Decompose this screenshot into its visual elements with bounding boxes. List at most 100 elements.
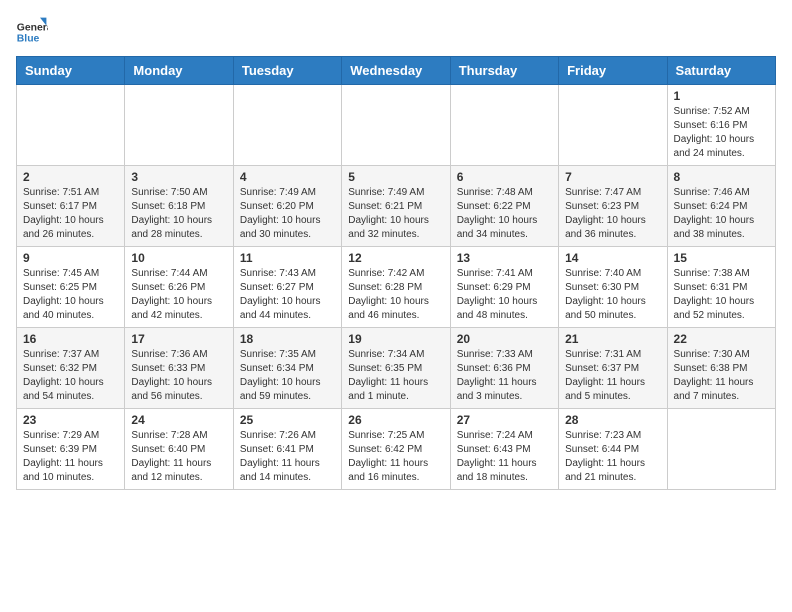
calendar-cell: 5 Sunrise: 7:49 AM Sunset: 6:21 PM Daylig… — [342, 166, 450, 247]
day-number: 1 — [674, 89, 769, 103]
day-number: 2 — [23, 170, 118, 184]
day-number: 15 — [674, 251, 769, 265]
calendar-cell: 16 Sunrise: 7:37 AM Sunset: 6:32 PM Dayli… — [17, 328, 125, 409]
day-number: 9 — [23, 251, 118, 265]
calendar-cell: 23 Sunrise: 7:29 AM Sunset: 6:39 PM Dayli… — [17, 409, 125, 490]
calendar-cell — [17, 85, 125, 166]
day-number: 20 — [457, 332, 552, 346]
day-number: 8 — [674, 170, 769, 184]
calendar-week-4: 23 Sunrise: 7:29 AM Sunset: 6:39 PM Dayli… — [17, 409, 776, 490]
calendar-cell: 26 Sunrise: 7:25 AM Sunset: 6:42 PM Dayli… — [342, 409, 450, 490]
page-header: General Blue — [16, 16, 776, 48]
day-number: 19 — [348, 332, 443, 346]
calendar-cell: 21 Sunrise: 7:31 AM Sunset: 6:37 PM Dayli… — [559, 328, 667, 409]
day-number: 18 — [240, 332, 335, 346]
day-info: Sunrise: 7:40 AM Sunset: 6:30 PM Dayligh… — [565, 267, 660, 323]
calendar-cell: 20 Sunrise: 7:33 AM Sunset: 6:36 PM Dayli… — [450, 328, 558, 409]
calendar-cell — [559, 85, 667, 166]
day-info: Sunrise: 7:49 AM Sunset: 6:20 PM Dayligh… — [240, 186, 335, 242]
logo: General Blue — [16, 16, 48, 48]
day-info: Sunrise: 7:36 AM Sunset: 6:33 PM Dayligh… — [131, 348, 226, 404]
day-number: 23 — [23, 413, 118, 427]
svg-text:General: General — [17, 22, 48, 33]
day-info: Sunrise: 7:29 AM Sunset: 6:39 PM Dayligh… — [23, 429, 118, 485]
calendar-cell: 17 Sunrise: 7:36 AM Sunset: 6:33 PM Dayli… — [125, 328, 233, 409]
calendar-cell: 9 Sunrise: 7:45 AM Sunset: 6:25 PM Daylig… — [17, 247, 125, 328]
day-info: Sunrise: 7:43 AM Sunset: 6:27 PM Dayligh… — [240, 267, 335, 323]
day-number: 21 — [565, 332, 660, 346]
calendar: SundayMondayTuesdayWednesdayThursdayFrid… — [16, 56, 776, 490]
day-header-sunday: Sunday — [17, 57, 125, 85]
day-info: Sunrise: 7:28 AM Sunset: 6:40 PM Dayligh… — [131, 429, 226, 485]
day-number: 11 — [240, 251, 335, 265]
day-info: Sunrise: 7:41 AM Sunset: 6:29 PM Dayligh… — [457, 267, 552, 323]
svg-text:Blue: Blue — [17, 34, 40, 45]
calendar-cell: 15 Sunrise: 7:38 AM Sunset: 6:31 PM Dayli… — [667, 247, 775, 328]
day-info: Sunrise: 7:46 AM Sunset: 6:24 PM Dayligh… — [674, 186, 769, 242]
day-number: 7 — [565, 170, 660, 184]
day-number: 28 — [565, 413, 660, 427]
calendar-cell: 18 Sunrise: 7:35 AM Sunset: 6:34 PM Dayli… — [233, 328, 341, 409]
calendar-cell: 3 Sunrise: 7:50 AM Sunset: 6:18 PM Daylig… — [125, 166, 233, 247]
calendar-cell: 6 Sunrise: 7:48 AM Sunset: 6:22 PM Daylig… — [450, 166, 558, 247]
day-info: Sunrise: 7:45 AM Sunset: 6:25 PM Dayligh… — [23, 267, 118, 323]
day-number: 14 — [565, 251, 660, 265]
day-info: Sunrise: 7:23 AM Sunset: 6:44 PM Dayligh… — [565, 429, 660, 485]
day-info: Sunrise: 7:42 AM Sunset: 6:28 PM Dayligh… — [348, 267, 443, 323]
calendar-cell — [667, 409, 775, 490]
calendar-cell: 11 Sunrise: 7:43 AM Sunset: 6:27 PM Dayli… — [233, 247, 341, 328]
day-info: Sunrise: 7:30 AM Sunset: 6:38 PM Dayligh… — [674, 348, 769, 404]
day-number: 10 — [131, 251, 226, 265]
day-info: Sunrise: 7:24 AM Sunset: 6:43 PM Dayligh… — [457, 429, 552, 485]
calendar-cell: 1Sunrise: 7:52 AM Sunset: 6:16 PM Daylig… — [667, 85, 775, 166]
calendar-cell: 4Sunrise: 7:49 AM Sunset: 6:20 PM Daylig… — [233, 166, 341, 247]
day-header-thursday: Thursday — [450, 57, 558, 85]
calendar-cell: 14 Sunrise: 7:40 AM Sunset: 6:30 PM Dayli… — [559, 247, 667, 328]
calendar-cell: 13 Sunrise: 7:41 AM Sunset: 6:29 PM Dayli… — [450, 247, 558, 328]
day-info: Sunrise: 7:51 AM Sunset: 6:17 PM Dayligh… — [23, 186, 118, 242]
calendar-week-2: 9 Sunrise: 7:45 AM Sunset: 6:25 PM Daylig… — [17, 247, 776, 328]
calendar-week-1: 2 Sunrise: 7:51 AM Sunset: 6:17 PM Daylig… — [17, 166, 776, 247]
calendar-cell: 8 Sunrise: 7:46 AM Sunset: 6:24 PM Daylig… — [667, 166, 775, 247]
day-info: Sunrise: 7:49 AM Sunset: 6:21 PM Dayligh… — [348, 186, 443, 242]
day-info: Sunrise: 7:50 AM Sunset: 6:18 PM Dayligh… — [131, 186, 226, 242]
calendar-cell — [450, 85, 558, 166]
calendar-cell: 27Sunrise: 7:24 AM Sunset: 6:43 PM Dayli… — [450, 409, 558, 490]
calendar-cell: 10 Sunrise: 7:44 AM Sunset: 6:26 PM Dayli… — [125, 247, 233, 328]
calendar-cell: 25 Sunrise: 7:26 AM Sunset: 6:41 PM Dayli… — [233, 409, 341, 490]
calendar-cell: 24 Sunrise: 7:28 AM Sunset: 6:40 PM Dayli… — [125, 409, 233, 490]
calendar-cell: 22Sunrise: 7:30 AM Sunset: 6:38 PM Dayli… — [667, 328, 775, 409]
day-info: Sunrise: 7:35 AM Sunset: 6:34 PM Dayligh… — [240, 348, 335, 404]
day-info: Sunrise: 7:44 AM Sunset: 6:26 PM Dayligh… — [131, 267, 226, 323]
calendar-cell: 19Sunrise: 7:34 AM Sunset: 6:35 PM Dayli… — [342, 328, 450, 409]
day-number: 13 — [457, 251, 552, 265]
day-number: 26 — [348, 413, 443, 427]
calendar-cell — [125, 85, 233, 166]
day-header-wednesday: Wednesday — [342, 57, 450, 85]
calendar-cell: 28 Sunrise: 7:23 AM Sunset: 6:44 PM Dayli… — [559, 409, 667, 490]
logo-icon: General Blue — [16, 16, 48, 48]
day-number: 6 — [457, 170, 552, 184]
day-number: 16 — [23, 332, 118, 346]
day-info: Sunrise: 7:25 AM Sunset: 6:42 PM Dayligh… — [348, 429, 443, 485]
day-info: Sunrise: 7:33 AM Sunset: 6:36 PM Dayligh… — [457, 348, 552, 404]
calendar-cell: 12 Sunrise: 7:42 AM Sunset: 6:28 PM Dayli… — [342, 247, 450, 328]
calendar-cell — [233, 85, 341, 166]
calendar-week-0: 1Sunrise: 7:52 AM Sunset: 6:16 PM Daylig… — [17, 85, 776, 166]
calendar-cell: 7 Sunrise: 7:47 AM Sunset: 6:23 PM Daylig… — [559, 166, 667, 247]
day-number: 17 — [131, 332, 226, 346]
day-number: 25 — [240, 413, 335, 427]
calendar-header-row: SundayMondayTuesdayWednesdayThursdayFrid… — [17, 57, 776, 85]
day-info: Sunrise: 7:37 AM Sunset: 6:32 PM Dayligh… — [23, 348, 118, 404]
day-header-saturday: Saturday — [667, 57, 775, 85]
day-number: 24 — [131, 413, 226, 427]
day-info: Sunrise: 7:38 AM Sunset: 6:31 PM Dayligh… — [674, 267, 769, 323]
day-number: 5 — [348, 170, 443, 184]
day-info: Sunrise: 7:26 AM Sunset: 6:41 PM Dayligh… — [240, 429, 335, 485]
day-info: Sunrise: 7:31 AM Sunset: 6:37 PM Dayligh… — [565, 348, 660, 404]
day-number: 3 — [131, 170, 226, 184]
day-info: Sunrise: 7:47 AM Sunset: 6:23 PM Dayligh… — [565, 186, 660, 242]
calendar-week-3: 16 Sunrise: 7:37 AM Sunset: 6:32 PM Dayli… — [17, 328, 776, 409]
day-info: Sunrise: 7:48 AM Sunset: 6:22 PM Dayligh… — [457, 186, 552, 242]
day-number: 12 — [348, 251, 443, 265]
